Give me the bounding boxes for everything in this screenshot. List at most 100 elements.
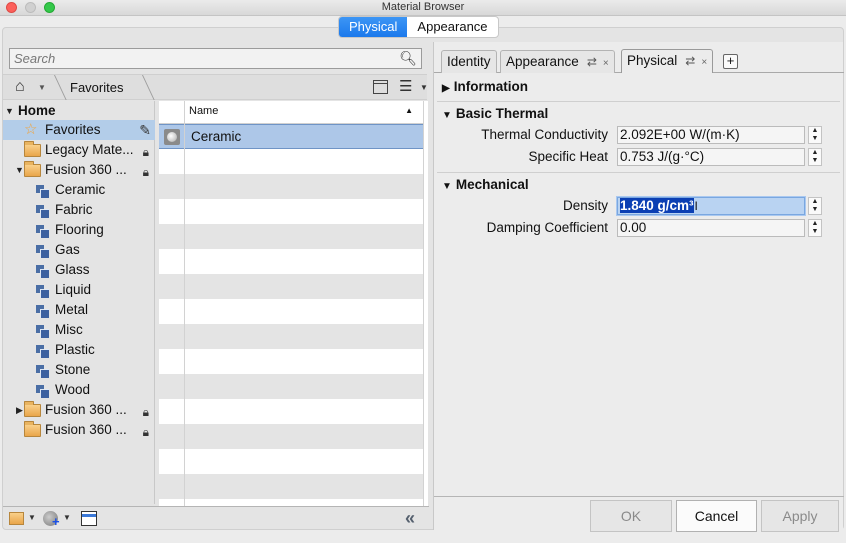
home-icon[interactable]: ⌂ <box>15 78 25 96</box>
expand-triangle-icon[interactable]: ▼ <box>15 160 24 180</box>
tree-item-library[interactable]: Stone <box>3 360 155 380</box>
damping-coefficient-stepper[interactable]: ▲ ▼ <box>808 219 822 237</box>
list-row-empty <box>159 149 423 174</box>
tree-item-library[interactable]: Glass <box>3 260 155 280</box>
folder-icon <box>24 141 41 157</box>
library-icon <box>36 285 49 298</box>
tree-item-library[interactable]: Plastic <box>3 340 155 360</box>
tree-item-library[interactable]: Liquid <box>3 280 155 300</box>
swap-icon[interactable]: ⇄ <box>685 54 695 68</box>
mode-physical-button[interactable]: Physical <box>339 17 408 37</box>
add-tab-button[interactable]: + <box>723 54 738 69</box>
list-view-dropdown-icon[interactable]: ▼ <box>420 83 428 92</box>
thermal-conductivity-stepper[interactable]: ▲ ▼ <box>808 126 822 144</box>
list-row-empty <box>159 499 423 506</box>
create-material-dropdown-icon[interactable]: ▼ <box>63 513 71 522</box>
tree-item-folder[interactable]: Fusion 360 ... 🔒︎ <box>3 420 155 440</box>
library-icon <box>36 225 49 238</box>
search-input[interactable]: Search 🔍︎ <box>9 48 422 69</box>
collapsed-triangle-icon[interactable]: ▶ <box>16 400 23 420</box>
breadcrumb-separator <box>131 75 155 100</box>
folder-icon <box>24 161 41 177</box>
close-window-button[interactable] <box>6 2 17 13</box>
mode-appearance-button[interactable]: Appearance <box>407 17 497 37</box>
damping-coefficient-field[interactable]: 0.00 <box>617 219 805 237</box>
tree-item-library[interactable]: Misc <box>3 320 155 340</box>
tree-item-folder[interactable]: ▼ Fusion 360 ... 🔒︎ <box>3 160 155 180</box>
toggle-editor-icon[interactable] <box>81 511 97 526</box>
sort-ascending-icon[interactable]: ▲ <box>405 106 413 115</box>
section-title: Information <box>453 79 528 94</box>
tab-appearance[interactable]: Appearance ⇄ × <box>500 50 615 73</box>
pencil-icon[interactable]: ✎ <box>139 120 151 140</box>
tree-item-label: Fusion 360 ... <box>45 422 127 437</box>
breadcrumb-favorites[interactable]: Favorites <box>70 80 123 95</box>
tree-item-library[interactable]: Wood <box>3 380 155 400</box>
editor-tabs: Identity Appearance ⇄ × Physical ⇄ × + <box>434 42 844 73</box>
breadcrumb: ⌂ ▼ Favorites ☰ ▼ <box>3 74 428 100</box>
search-icon[interactable]: 🔍︎ <box>399 50 417 67</box>
specific-heat-stepper[interactable]: ▲ ▼ <box>808 148 822 166</box>
list-row-empty <box>159 299 423 324</box>
apply-button[interactable]: Apply <box>761 500 839 532</box>
close-tab-icon[interactable]: × <box>701 57 707 68</box>
swap-icon[interactable]: ⇄ <box>587 55 597 69</box>
tree-item-library[interactable]: Flooring <box>3 220 155 240</box>
tree-item-label: Stone <box>55 362 91 377</box>
window-title: Material Browser <box>381 1 465 13</box>
specific-heat-label: Specific Heat <box>528 149 608 164</box>
tab-physical[interactable]: Physical ⇄ × <box>621 49 714 73</box>
list-view-icon[interactable]: ☰ <box>399 77 412 95</box>
home-dropdown-icon[interactable]: ▼ <box>38 83 46 92</box>
name-column-header[interactable]: Name <box>189 105 218 117</box>
specific-heat-field[interactable]: 0.753 J/(g·°C) <box>617 148 805 166</box>
material-editor: Identity Appearance ⇄ × Physical ⇄ × + ▶ Info… <box>433 42 844 532</box>
tab-identity[interactable]: Identity <box>441 50 497 73</box>
section-mechanical[interactable]: ▼ Mechanical <box>442 177 529 192</box>
tree-item-label: Home <box>18 103 56 118</box>
ok-button[interactable]: OK <box>590 500 672 532</box>
tree-item-label: Fabric <box>55 202 93 217</box>
zoom-window-button[interactable] <box>44 2 55 13</box>
tree-item-library[interactable]: Fabric <box>3 200 155 220</box>
tree-item-folder[interactable]: Legacy Mate... 🔒︎ <box>3 140 155 160</box>
tree-item-folder[interactable]: ▶ Fusion 360 ... 🔒︎ <box>3 400 155 420</box>
tree-item-label: Fusion 360 ... <box>45 402 127 417</box>
expand-triangle-icon: ▼ <box>442 181 452 192</box>
expand-triangle-icon[interactable]: ▼ <box>5 101 14 121</box>
library-tree: ▼ Home ☆ Favorites ✎ Legacy Mate... 🔒︎ ▼… <box>3 101 155 504</box>
library-icon <box>36 205 49 218</box>
density-field[interactable]: 1.840 g/cm³I <box>617 197 805 215</box>
close-tab-icon[interactable]: × <box>603 58 609 69</box>
section-information[interactable]: ▶ Information <box>442 79 528 94</box>
section-basic-thermal[interactable]: ▼ Basic Thermal <box>442 106 548 121</box>
cancel-button[interactable]: Cancel <box>676 500 757 532</box>
density-stepper[interactable]: ▲ ▼ <box>808 197 822 215</box>
folder-icon <box>24 401 41 417</box>
collapsed-triangle-icon: ▶ <box>442 83 450 94</box>
library-icon <box>36 345 49 358</box>
tree-item-favorites[interactable]: ☆ Favorites ✎ <box>3 120 155 140</box>
open-library-icon[interactable] <box>9 512 24 525</box>
divider <box>437 101 840 102</box>
list-row-ceramic[interactable]: Ceramic <box>159 124 423 149</box>
breadcrumb-separator <box>43 75 67 100</box>
lock-icon: 🔒︎ <box>142 165 149 179</box>
mode-toggle: Physical Appearance <box>338 16 499 38</box>
list-row-empty <box>159 249 423 274</box>
tree-item-label: Glass <box>55 262 90 277</box>
tree-item-library[interactable]: Gas <box>3 240 155 260</box>
collapse-panel-icon[interactable]: « <box>405 508 415 529</box>
open-library-dropdown-icon[interactable]: ▼ <box>28 513 36 522</box>
tree-item-home[interactable]: ▼ Home <box>3 101 155 121</box>
list-row-label: Ceramic <box>191 129 242 144</box>
panel-view-icon[interactable] <box>373 80 388 94</box>
lock-icon: 🔒︎ <box>142 145 149 159</box>
tree-item-library[interactable]: Metal <box>3 300 155 320</box>
tree-item-library[interactable]: Ceramic <box>3 180 155 200</box>
list-header[interactable]: Name ▲ <box>159 101 423 124</box>
list-row-empty <box>159 274 423 299</box>
minimize-window-button[interactable] <box>25 2 36 13</box>
thermal-conductivity-field[interactable]: 2.092E+00 W/(m·K) <box>617 126 805 144</box>
plus-icon: + <box>52 514 60 529</box>
